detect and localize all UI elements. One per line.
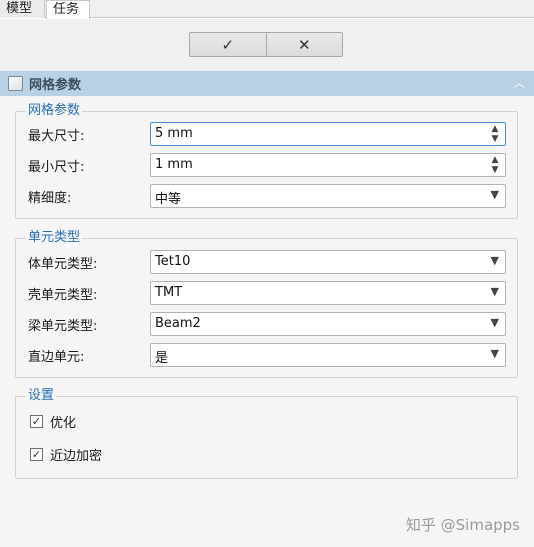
- cube-icon: [8, 76, 23, 91]
- field-value: TMT: [155, 285, 183, 300]
- collapse-icon[interactable]: ︿: [513, 74, 525, 91]
- chevron-down-icon: ▼: [490, 347, 499, 360]
- check-icon: ✓: [221, 35, 235, 54]
- group-legend: 设置: [26, 388, 57, 404]
- cancel-button[interactable]: ✕: [265, 33, 343, 56]
- settings-group: 设置 ✓ 优化 ✓ 近边加密: [15, 388, 518, 479]
- checkbox-label: 优化: [50, 415, 77, 431]
- tab-bar: 模型 任务: [0, 0, 534, 19]
- checkbox-label: 近边加密: [50, 448, 103, 464]
- section-title: 网格参数: [29, 78, 82, 93]
- fineness-select[interactable]: 中等 ▼: [150, 184, 506, 208]
- chevron-down-icon: ▼: [490, 316, 499, 329]
- field-label: 梁单元类型:: [28, 319, 98, 334]
- tab-model[interactable]: 模型: [0, 0, 45, 18]
- field-value: 1 mm: [155, 157, 193, 172]
- field-label: 最大尺寸:: [28, 129, 85, 144]
- dialog-button-group: ✓ ✕: [189, 32, 343, 57]
- field-label: 直边单元:: [28, 350, 85, 365]
- beam-element-row: 梁单元类型: Beam2 ▼: [28, 312, 506, 336]
- group-legend: 网格参数: [26, 103, 83, 119]
- field-label: 精细度:: [28, 191, 72, 206]
- watermark: 知乎 @Simapps: [405, 516, 520, 534]
- element-types-group: 单元类型 体单元类型: Tet10 ▼ 壳单元类型: TMT ▼ 梁单元类型: …: [15, 230, 518, 378]
- min-size-input[interactable]: 1 mm ▲ ▼: [150, 153, 506, 177]
- field-value: Tet10: [155, 254, 191, 269]
- field-label: 最小尺寸:: [28, 160, 85, 175]
- spinner-icon[interactable]: ▲ ▼: [489, 124, 501, 144]
- chevron-down-icon: ▼: [490, 285, 499, 298]
- shell-element-select[interactable]: TMT ▼: [150, 281, 506, 305]
- min-size-row: 最小尺寸: 1 mm ▲ ▼: [28, 153, 506, 177]
- field-label: 壳单元类型:: [28, 288, 98, 303]
- field-value: 5 mm: [155, 126, 193, 141]
- straight-edge-select[interactable]: 是 ▼: [150, 343, 506, 367]
- fineness-row: 精细度: 中等 ▼: [28, 184, 506, 208]
- solid-element-row: 体单元类型: Tet10 ▼: [28, 250, 506, 274]
- spinner-icon[interactable]: ▲ ▼: [489, 155, 501, 175]
- optimize-option[interactable]: ✓ 优化: [30, 412, 77, 431]
- straight-edge-row: 直边单元: 是 ▼: [28, 343, 506, 367]
- close-icon: ✕: [297, 35, 311, 54]
- max-size-input[interactable]: 5 mm ▲ ▼: [150, 122, 506, 146]
- optimize-checkbox[interactable]: ✓: [30, 414, 43, 428]
- group-legend: 单元类型: [26, 230, 83, 246]
- solid-element-select[interactable]: Tet10 ▼: [150, 250, 506, 274]
- near-refine-option[interactable]: ✓ 近边加密: [30, 445, 103, 464]
- field-value: 是: [155, 351, 169, 366]
- chevron-down-icon: ▼: [490, 254, 499, 267]
- field-label: 体单元类型:: [28, 257, 98, 272]
- shell-element-row: 壳单元类型: TMT ▼: [28, 281, 506, 305]
- beam-element-select[interactable]: Beam2 ▼: [150, 312, 506, 336]
- field-value: 中等: [155, 192, 182, 207]
- mesh-params-section-header[interactable]: 网格参数 ︿: [0, 71, 534, 96]
- max-size-row: 最大尺寸: 5 mm ▲ ▼: [28, 122, 506, 146]
- mesh-params-group: 网格参数 最大尺寸: 5 mm ▲ ▼ 最小尺寸: 1 mm ▲ ▼ 精细度: 中等…: [15, 103, 518, 219]
- field-value: Beam2: [155, 316, 201, 331]
- near-refine-checkbox[interactable]: ✓: [30, 447, 43, 461]
- tab-task[interactable]: 任务: [46, 0, 90, 19]
- chevron-down-icon: ▼: [490, 188, 499, 201]
- ok-button[interactable]: ✓: [190, 33, 266, 56]
